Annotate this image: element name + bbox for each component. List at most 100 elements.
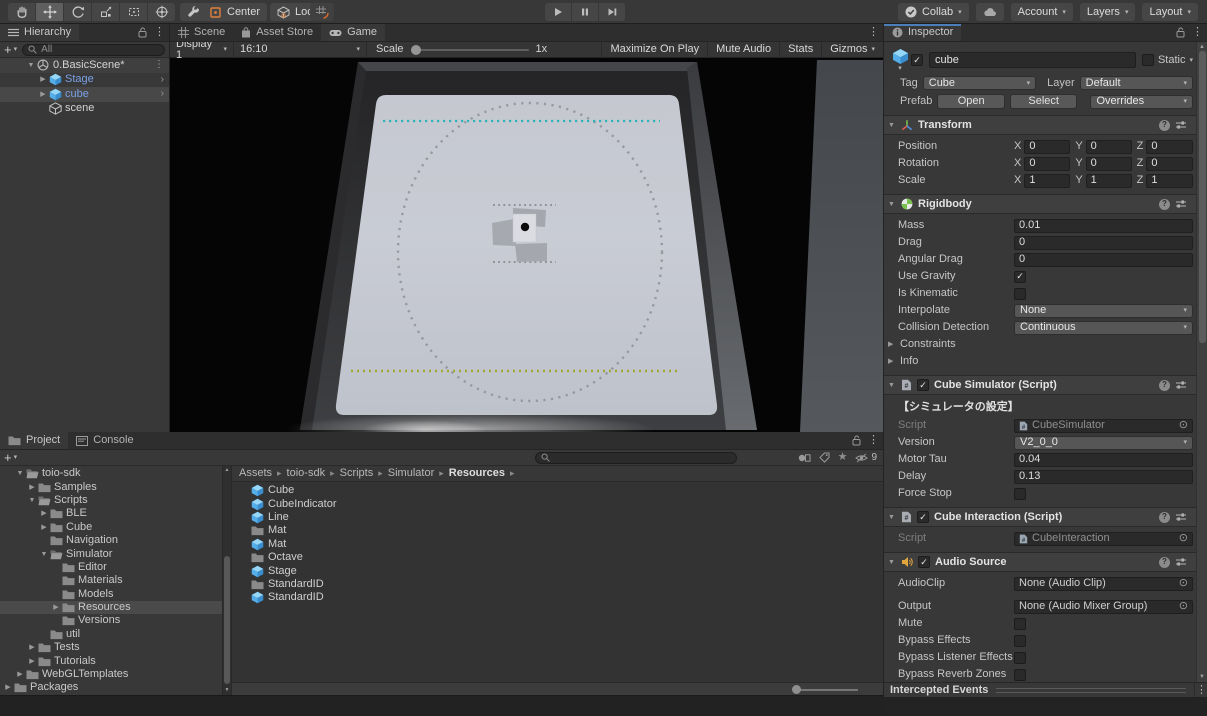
foldout-closed-icon[interactable]: ▶	[51, 604, 61, 611]
presets-icon[interactable]	[1175, 557, 1187, 567]
foldout-Constraints[interactable]: ▶Constraints	[884, 336, 1207, 353]
search-by-label-icon[interactable]	[819, 452, 830, 463]
component-enabled-checkbox[interactable]: ✓	[918, 556, 930, 568]
x-value-field[interactable]: 1	[1024, 174, 1070, 188]
project-search-input[interactable]	[535, 452, 737, 464]
asset-item-Octave[interactable]: Octave	[232, 551, 883, 564]
component-header[interactable]: ▼ Transform ? ⋮	[884, 115, 1207, 135]
help-icon[interactable]: ?	[1159, 380, 1170, 391]
presets-icon[interactable]	[1175, 380, 1187, 390]
tree-row-WebGLTemplates[interactable]: ▶ WebGLTemplates	[0, 668, 222, 681]
component-header[interactable]: ▼ Rigidbody ? ⋮	[884, 194, 1207, 214]
help-icon[interactable]: ?	[1159, 120, 1170, 131]
hidden-items-eye-icon[interactable]	[855, 453, 868, 463]
prefab-overrides-dropdown[interactable]: Overrides▾	[1090, 95, 1193, 109]
kebab-menu-icon[interactable]: ⋮	[1192, 27, 1203, 38]
object-picker-icon[interactable]: ⊙	[1179, 601, 1188, 612]
foldout-open-icon[interactable]: ▼	[26, 62, 36, 69]
transform-tool-button[interactable]	[148, 3, 175, 21]
tree-row-Simulator[interactable]: ▼ Simulator	[0, 547, 222, 560]
gameobject-cube-icon[interactable]: ▾	[889, 48, 911, 72]
pause-button[interactable]	[572, 3, 598, 21]
foldout-closed-icon[interactable]: ▶	[15, 671, 25, 678]
collab-dropdown[interactable]: Collab ▾	[898, 3, 969, 21]
asset-item-Mat[interactable]: Mat	[232, 524, 883, 537]
layout-dropdown[interactable]: Layout ▾	[1142, 3, 1198, 21]
hierarchy-row-cube[interactable]: ▶ cube ›	[0, 87, 169, 102]
scroll-down-arrow[interactable]: ▼	[1197, 674, 1207, 680]
tree-row-Materials[interactable]: Materials	[0, 574, 222, 587]
tab-project[interactable]: Project	[0, 432, 68, 449]
lock-icon[interactable]	[1176, 27, 1185, 38]
hand-tool-button[interactable]	[8, 3, 35, 21]
asset-item-CubeIndicator[interactable]: CubeIndicator	[232, 497, 883, 510]
create-object-button[interactable]: +▾	[4, 43, 17, 56]
search-by-type-icon[interactable]	[798, 453, 811, 463]
aspect-ratio-dropdown[interactable]: 16:10 ▾	[234, 42, 367, 57]
maximize-on-play-button[interactable]: Maximize On Play	[601, 42, 707, 57]
chevron-down-icon[interactable]: ▾	[1189, 57, 1193, 64]
component-header[interactable]: ▼ # ✓ Cube Simulator (Script) ? ⋮	[884, 375, 1207, 395]
value-field[interactable]: 0	[1014, 236, 1193, 250]
foldout-closed-icon[interactable]: ▶	[39, 510, 49, 517]
display-dropdown[interactable]: Display 1 ▾	[170, 42, 234, 57]
component-header[interactable]: ▼ # ✓ Cube Interaction (Script) ? ⋮	[884, 507, 1207, 527]
foldout-open-icon[interactable]: ▼	[15, 470, 25, 477]
value-dropdown[interactable]: V2_0_0▾	[1014, 436, 1193, 450]
value-dropdown[interactable]: None▾	[1014, 304, 1193, 318]
stats-button[interactable]: Stats	[779, 42, 821, 57]
value-checkbox[interactable]	[1014, 669, 1026, 681]
tree-row-BLE[interactable]: ▶ BLE	[0, 507, 222, 520]
object-field[interactable]: None (Audio Clip) ⊙	[1014, 577, 1193, 591]
asset-zoom-slider[interactable]	[796, 689, 858, 691]
move-tool-button[interactable]	[36, 3, 63, 21]
lock-icon[interactable]	[138, 27, 147, 38]
component-header[interactable]: ▼ ✓ Audio Source ? ⋮	[884, 552, 1207, 572]
asset-item-StandardID[interactable]: StandardID	[232, 578, 883, 591]
tree-row-toio-sdk[interactable]: ▼ toio-sdk	[0, 467, 222, 480]
tree-row-Tutorials[interactable]: ▶ Tutorials	[0, 654, 222, 667]
asset-zoom-slider-knob[interactable]	[792, 685, 801, 694]
breadcrumb-item-Scripts[interactable]: Scripts	[340, 468, 374, 479]
value-dropdown[interactable]: Continuous▾	[1014, 321, 1193, 335]
tree-row-util[interactable]: util	[0, 628, 222, 641]
y-value-field[interactable]: 0	[1086, 140, 1132, 154]
grid-snap-button[interactable]	[310, 3, 334, 21]
breadcrumb-item-Resources[interactable]: Resources	[449, 468, 505, 479]
object-field[interactable]: # CubeInteraction ⊙	[1014, 532, 1193, 546]
tree-row-Scripts[interactable]: ▼ Scripts	[0, 494, 222, 507]
foldout-closed-icon[interactable]: ▶	[38, 76, 48, 83]
layer-dropdown[interactable]: Default▾	[1080, 76, 1193, 90]
value-field[interactable]: 0.01	[1014, 219, 1193, 233]
kebab-menu-icon[interactable]: ⋮	[154, 27, 165, 38]
foldout-open-icon[interactable]: ▼	[39, 551, 49, 558]
z-value-field[interactable]: 1	[1146, 174, 1193, 188]
kebab-menu-icon[interactable]: ⋮	[1196, 685, 1207, 696]
value-field[interactable]: 0.13	[1014, 470, 1193, 484]
help-icon[interactable]: ?	[1159, 199, 1170, 210]
x-value-field[interactable]: 0	[1024, 157, 1070, 171]
gameobject-enabled-checkbox[interactable]: ✓	[911, 54, 923, 66]
gameobject-name-field[interactable]: cube	[929, 52, 1136, 68]
foldout-open-icon[interactable]: ▼	[888, 122, 896, 129]
mute-audio-button[interactable]: Mute Audio	[707, 42, 779, 57]
tree-row-Resources[interactable]: ▶ Resources	[0, 601, 222, 614]
asset-item-Line[interactable]: Line	[232, 511, 883, 524]
scrollbar-thumb[interactable]	[224, 556, 230, 684]
presets-icon[interactable]	[1175, 199, 1187, 209]
foldout-closed-icon[interactable]: ▶	[27, 484, 37, 491]
foldout-closed-icon[interactable]: ▶	[3, 684, 13, 691]
value-checkbox[interactable]	[1014, 635, 1026, 647]
help-icon[interactable]: ?	[1159, 557, 1170, 568]
value-field[interactable]: 0	[1014, 253, 1193, 267]
scene-header-row[interactable]: ▼ 0.BasicScene* ⋮	[0, 58, 169, 73]
prefab-select-button[interactable]: Select	[1010, 94, 1078, 109]
hierarchy-row-scene[interactable]: scene	[0, 102, 169, 117]
scroll-down-arrow[interactable]: ▼	[223, 688, 231, 693]
foldout-closed-icon[interactable]: ▶	[38, 91, 48, 98]
game-viewport[interactable]	[170, 58, 883, 432]
tree-row-Models[interactable]: Models	[0, 588, 222, 601]
foldout-Info[interactable]: ▶Info	[884, 353, 1207, 370]
tree-row-Cube[interactable]: ▶ Cube	[0, 521, 222, 534]
intercepted-events-bar[interactable]: Intercepted Events ⋮	[884, 682, 1207, 697]
